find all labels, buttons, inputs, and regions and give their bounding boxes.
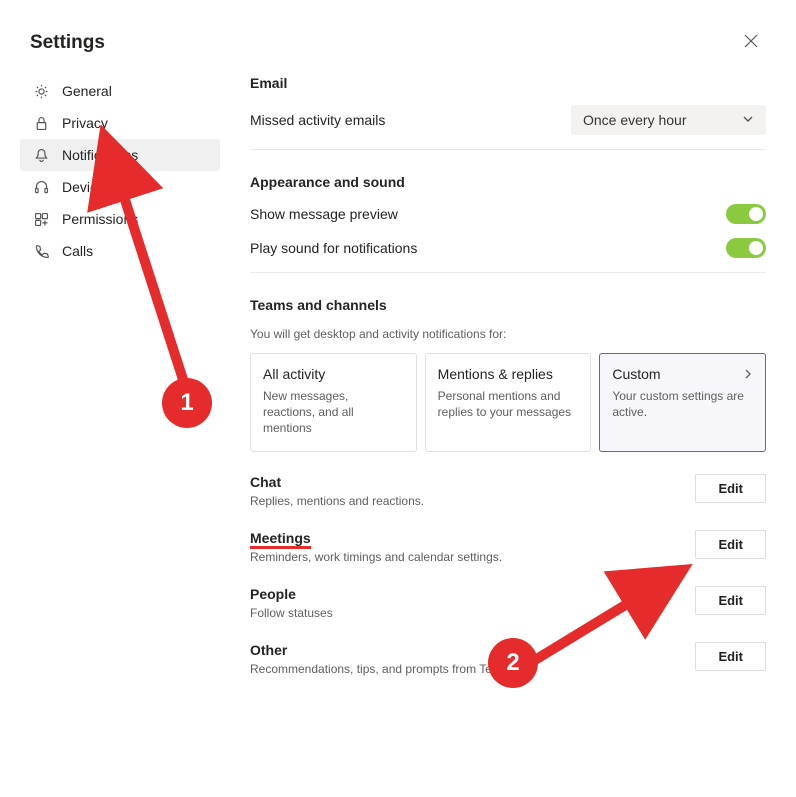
sidebar-item-permissions[interactable]: Permissions xyxy=(20,203,220,235)
section-meetings: Meetings Reminders, work timings and cal… xyxy=(250,530,766,564)
section-title: Chat xyxy=(250,474,685,490)
card-title: Mentions & replies xyxy=(438,366,553,382)
card-title: Custom xyxy=(612,366,660,382)
card-desc: Personal mentions and replies to your me… xyxy=(438,388,579,420)
sidebar-item-label: Notifications xyxy=(62,147,138,163)
section-desc: Replies, mentions and reactions. xyxy=(250,494,685,508)
teams-subtext: You will get desktop and activity notifi… xyxy=(250,327,766,341)
sidebar-item-label: Privacy xyxy=(62,115,108,131)
section-heading-email: Email xyxy=(250,75,766,91)
missed-emails-label: Missed activity emails xyxy=(250,112,385,128)
sidebar-item-calls[interactable]: Calls xyxy=(20,235,220,267)
chevron-right-icon xyxy=(743,366,753,382)
main-panel: Email Missed activity emails Once every … xyxy=(220,75,786,676)
play-sound-toggle[interactable] xyxy=(726,238,766,258)
section-title: Meetings xyxy=(250,530,311,546)
card-custom[interactable]: Custom Your custom settings are active. xyxy=(599,353,766,452)
annotation-marker-2: 2 xyxy=(488,638,538,688)
card-mentions-replies[interactable]: Mentions & replies Personal mentions and… xyxy=(425,353,592,452)
message-preview-toggle[interactable] xyxy=(726,204,766,224)
card-title: All activity xyxy=(263,366,325,382)
phone-icon xyxy=(32,242,50,260)
sidebar-item-general[interactable]: General xyxy=(20,75,220,107)
section-heading-appearance: Appearance and sound xyxy=(250,174,766,190)
headset-icon xyxy=(32,178,50,196)
annotation-marker-1: 1 xyxy=(162,378,212,428)
section-desc: Reminders, work timings and calendar set… xyxy=(250,550,685,564)
sidebar-item-privacy[interactable]: Privacy xyxy=(20,107,220,139)
card-desc: Your custom settings are active. xyxy=(612,388,753,420)
section-desc: Follow statuses xyxy=(250,606,685,620)
missed-emails-select[interactable]: Once every hour xyxy=(571,105,766,135)
lock-icon xyxy=(32,114,50,132)
section-divider xyxy=(250,272,766,273)
other-edit-button[interactable]: Edit xyxy=(695,642,766,671)
sidebar-item-notifications[interactable]: Notifications xyxy=(20,139,220,171)
chevron-down-icon xyxy=(742,112,754,128)
chat-edit-button[interactable]: Edit xyxy=(695,474,766,503)
section-divider xyxy=(250,149,766,150)
meetings-edit-button[interactable]: Edit xyxy=(695,530,766,559)
page-title: Settings xyxy=(30,32,105,54)
sidebar-item-label: General xyxy=(62,83,112,99)
sidebar: General Privacy Notifications Devices Pe… xyxy=(20,75,220,676)
sidebar-item-label: Devices xyxy=(62,179,112,195)
close-icon[interactable] xyxy=(736,28,766,57)
card-desc: New messages, reactions, and all mention… xyxy=(263,388,404,437)
section-people: People Follow statuses Edit xyxy=(250,586,766,620)
gear-icon xyxy=(32,82,50,100)
section-chat: Chat Replies, mentions and reactions. Ed… xyxy=(250,474,766,508)
people-edit-button[interactable]: Edit xyxy=(695,586,766,615)
sidebar-item-label: Calls xyxy=(62,243,93,259)
message-preview-label: Show message preview xyxy=(250,206,398,222)
play-sound-label: Play sound for notifications xyxy=(250,240,417,256)
sidebar-item-label: Permissions xyxy=(62,211,138,227)
section-title: Other xyxy=(250,642,685,658)
sidebar-item-devices[interactable]: Devices xyxy=(20,171,220,203)
section-desc: Recommendations, tips, and prompts from … xyxy=(250,662,685,676)
missed-emails-value: Once every hour xyxy=(583,112,687,128)
apps-icon xyxy=(32,210,50,228)
section-heading-teams: Teams and channels xyxy=(250,297,766,313)
bell-icon xyxy=(32,146,50,164)
card-all-activity[interactable]: All activity New messages, reactions, an… xyxy=(250,353,417,452)
section-title: People xyxy=(250,586,685,602)
